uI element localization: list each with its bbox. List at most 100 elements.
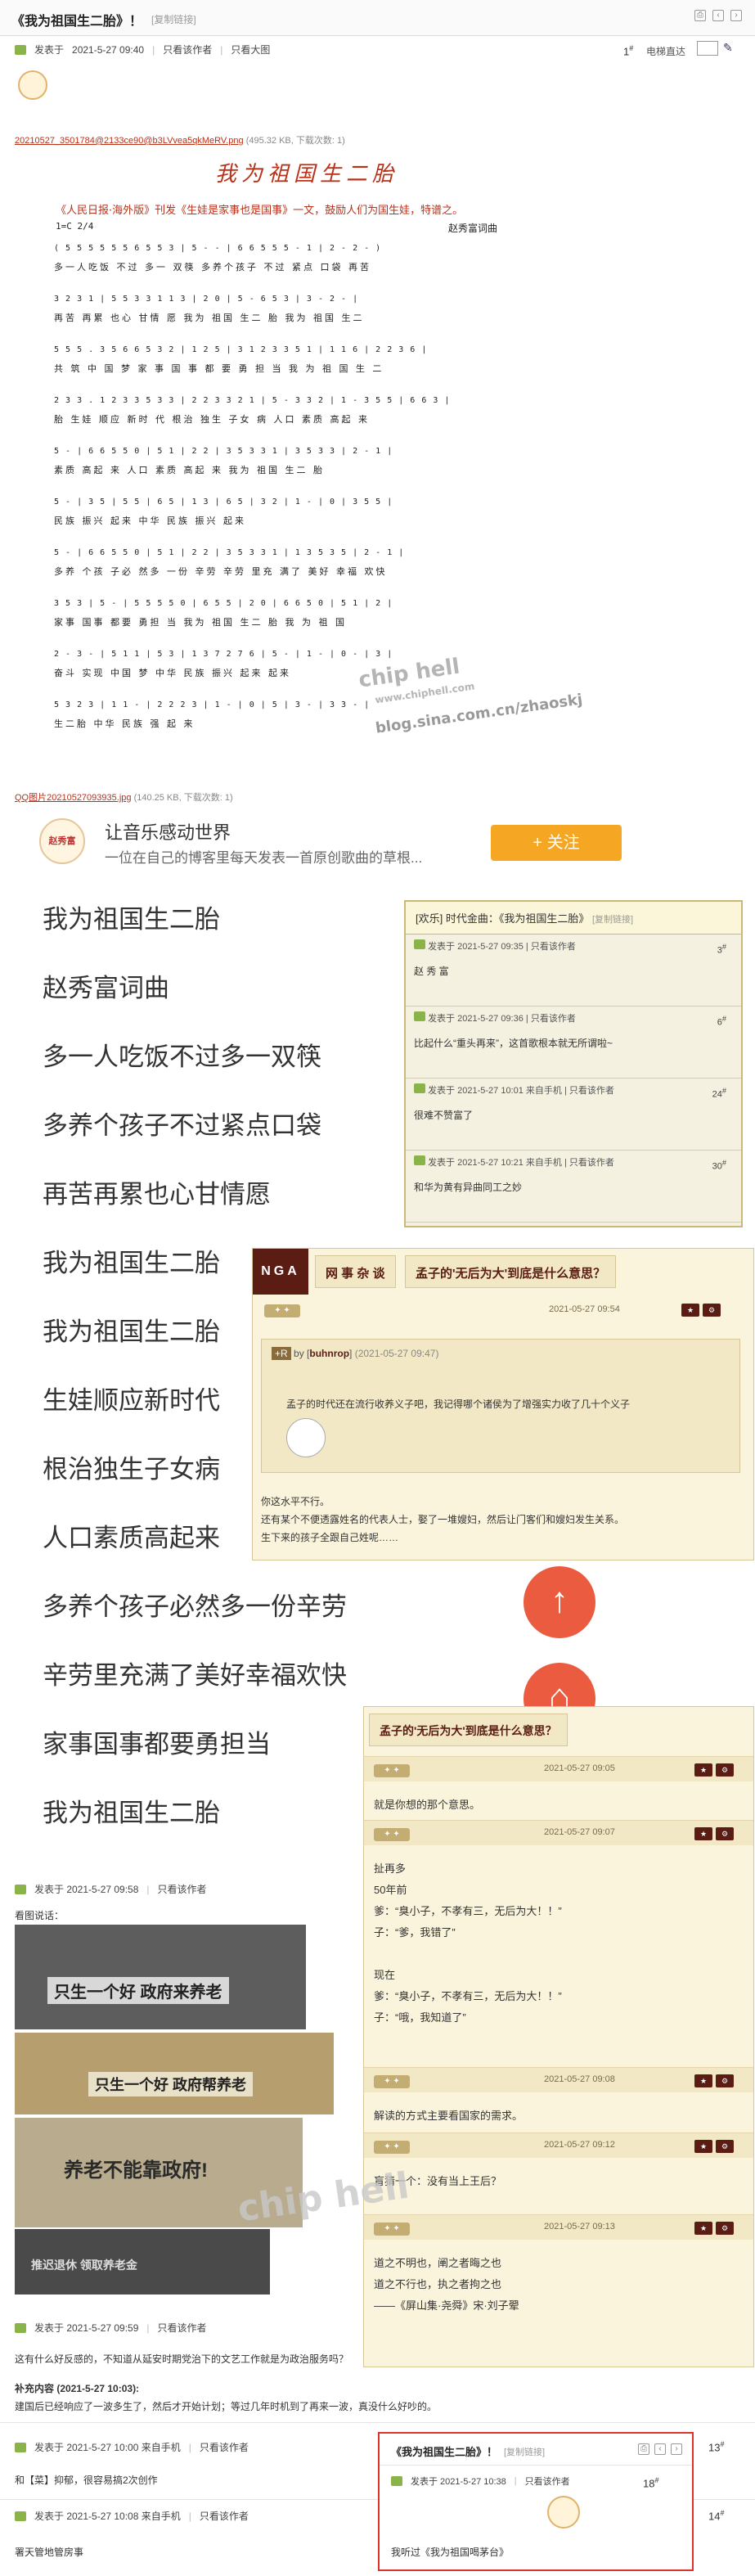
nga-star-button[interactable]: ★ (681, 1304, 699, 1317)
post3-text: 这有什么好反感的，不知道从延安时期党治下的文艺工作就是为政治服务吗？ (15, 2353, 349, 2365)
next-icon[interactable]: › (671, 2443, 682, 2455)
score-subtitle: 《人民日报·海外版》刊发《生娃是家事也是国事》一文，鼓励人们为国生娃，特谱之。 (56, 205, 464, 217)
post5-meta: 发表于 2021-5-27 10:08 来自手机 | 只看该作者 (15, 2509, 249, 2523)
reply-only-author[interactable]: 只看该作者 (569, 1086, 614, 1096)
nga-gear-button[interactable]: ⚙ (716, 2074, 734, 2087)
nga-logo: NGA (253, 1249, 308, 1295)
prev-icon[interactable]: ‹ (712, 10, 724, 21)
nga-gear-button[interactable]: ⚙ (703, 1304, 721, 1317)
post3-time: 发表于 2021-5-27 09:59 (34, 2322, 139, 2334)
popup-copy-link[interactable]: [复制链接] (504, 2445, 545, 2458)
reply-time: 发表于 2021-5-27 10:21 来自手机 (428, 1158, 562, 1168)
nga2-reply-row: ✦ ✦ 2021-05-27 09:05 ★ ⚙ 就是你想的那个意思。 (364, 1756, 753, 1820)
forum-reply-row: 发表于 2021-5-27 10:21 来自手机 | 只看该作者 30# 和华为黄有… (406, 1151, 741, 1223)
nga-quote-header: +R by [buhnrop] (2021-05-27 09:47) (272, 1347, 438, 1360)
post-icon (15, 1884, 26, 1894)
post-icon (414, 1083, 425, 1093)
reply-text: 和华为黄有异曲同工之妙 (414, 1182, 523, 1193)
score-image: 我为祖国生二胎 《人民日报·海外版》刊发《生娃是家事也是国事》一文，鼓励人们为国… (15, 147, 583, 769)
post5-only-author[interactable]: 只看该作者 (200, 2509, 249, 2523)
popup-floor: 18# (643, 2476, 659, 2490)
post4-time: 发表于 2021-5-27 10:00 来自手机 (34, 2442, 181, 2453)
post2-only-author[interactable]: 只看该作者 (158, 1882, 207, 1896)
post4-floor: 13# (708, 2440, 725, 2454)
post-icon (15, 44, 26, 55)
lyric-line: 根治独生子女病 (43, 1455, 220, 1484)
thread-title: 《我为祖国生二胎》！ (11, 13, 143, 29)
blog-desc: 一位在自己的博客里每天发表一首原创歌曲的草根... (105, 850, 423, 866)
elevator-input[interactable] (697, 41, 718, 56)
nga-star-button[interactable]: ★ (694, 2222, 712, 2235)
lyric-line: 我为祖国生二胎 (43, 905, 220, 934)
nga-gear-button[interactable]: ⚙ (716, 2222, 734, 2235)
nga-tab-thread[interactable]: 孟子的'无后为大'到底是什么意思？ (405, 1255, 617, 1288)
nga-star-button[interactable]: ★ (694, 2074, 712, 2087)
attachment-link[interactable]: 20210527_3501784@2133ce90@b3LVvea5qkMeRV… (15, 133, 345, 146)
post4-text: 和【菜】抑郁，很容易搞2次创作 (15, 2475, 158, 2486)
score-lyric-line: 家事 国事 都要 勇担 当 我为 祖国 生二 胎 我 为 祖 国 (54, 617, 347, 628)
score-composer: 赵秀富词曲 (448, 223, 498, 234)
nga-tab-board[interactable]: 网 事 杂 谈 (315, 1255, 396, 1288)
post3-meta: 发表于 2021-5-27 09:59 | 只看该作者 (15, 2321, 207, 2335)
nga-gear-button[interactable]: ⚙ (716, 2140, 734, 2153)
popup-tools: ⎙ ‹ › (638, 2443, 682, 2455)
nga2-reply-time: 2021-05-27 09:05 (544, 1763, 615, 1773)
scroll-top-button[interactable]: ↑ (524, 1566, 595, 1638)
post4-only-author[interactable]: 只看该作者 (200, 2440, 249, 2454)
blog-avatar[interactable]: 赵秀富 (39, 818, 85, 864)
reply-only-author[interactable]: 只看该作者 (531, 1014, 576, 1024)
post-icon (391, 2476, 402, 2486)
lyric-line: 赵秀富词曲 (43, 974, 169, 1003)
nga-reply-line: 你这水平不行。 (261, 1496, 330, 1507)
reply-only-author[interactable]: 只看该作者 (569, 1158, 614, 1168)
follow-button[interactable]: + 关注 (491, 825, 622, 861)
nga2-reply-row: ✦ ✦ 2021-05-27 09:13 ★ ⚙ 道之不明也，阐之者晦之也 道之不行也，… (364, 2214, 753, 2362)
nga-gear-button[interactable]: ⚙ (716, 1827, 734, 1840)
nga-screenshot-2: 孟子的'无后为大'到底是什么意思？ ✦ ✦ 2021-05-27 09:05 ★ ⚙ 就… (363, 1706, 754, 2367)
print-icon[interactable]: ⎙ (694, 10, 706, 21)
pen-icon[interactable]: ✎ (723, 41, 733, 55)
nga2-reply-row: ✦ ✦ 2021-05-27 09:08 ★ ⚙ 解读的方式主要看国家的需求。 (364, 2067, 753, 2132)
elevator-label: 电梯直达 (646, 46, 686, 57)
score-lyric-line: 素质 高起 来 人口 素质 高起 来 我为 祖国 生二 胎 (54, 465, 325, 475)
lyric-line: 再苦再累也心甘情愿 (43, 1180, 271, 1209)
lyric-line: 生娃顺应新时代 (43, 1386, 220, 1416)
score-lyric-line: 多一人吃饭 不过 多一 双筷 多养个孩子 不过 紧点 口袋 再苦 (54, 262, 371, 272)
avatar[interactable] (18, 70, 47, 100)
nga2-reply-row: ✦ ✦ 2021-05-27 09:07 ★ ⚙ 扯再多 50年前 爹：“臭小子，不孝有… (364, 1820, 753, 2067)
forum-reply-row: 发表于 2021-5-27 09:36 | 只看该作者 6# 比起什么“重头再来”，… (406, 1007, 741, 1079)
prev-icon[interactable]: ‹ (654, 2443, 666, 2455)
photo-1[interactable]: 只生一个好 政府来养老 (15, 1925, 306, 2029)
big-image-link[interactable]: 只看大图 (231, 43, 270, 56)
reply-text: 比起什么“重头再来”，这首歌根本就无所谓啦~ (414, 1038, 613, 1049)
avatar[interactable] (547, 2496, 580, 2529)
nga-star-button[interactable]: ★ (694, 1827, 712, 1840)
attachment-link-2[interactable]: QQ图片20210527093935.jpg (140.25 KB, 下载次数:… (15, 790, 233, 804)
nga-gear-button[interactable]: ⚙ (716, 1763, 734, 1777)
forum-screenshot: [欢乐] 时代金曲：《我为祖国生二胎》 [复制链接] 发表于 2021-5-27… (404, 900, 743, 1227)
nga-star-button[interactable]: ★ (694, 2140, 712, 2153)
post-icon (414, 939, 425, 949)
reply-only-author[interactable]: 只看该作者 (531, 942, 576, 952)
copy-link[interactable]: [复制链接] (151, 12, 196, 26)
reply-floor: 30# (712, 1159, 726, 1172)
score-lyric-line: 胎 生娃 顺应 新时 代 根治 独生 子女 病 人口 素质 高起 来 (54, 414, 370, 425)
photo-2[interactable]: 只生一个好 政府帮养老 (15, 2033, 334, 2114)
photo-4[interactable]: 推迟退休 领取养老金 (15, 2229, 270, 2295)
post5-time: 发表于 2021-5-27 10:08 来自手机 (34, 2511, 181, 2522)
post3-supp-label: 补充内容 (2021-5-27 10:03): (15, 2383, 140, 2394)
post3-supp-text: 建国后已经响应了一波多生了，然后才开始计划；等过几年时机到了再来一波，真没什么好… (15, 2401, 438, 2412)
nga-star-button[interactable]: ★ (694, 1763, 712, 1777)
reply-time: 发表于 2021-5-27 09:35 (428, 942, 524, 952)
post3-only-author[interactable]: 只看该作者 (158, 2321, 207, 2335)
print-icon[interactable]: ⎙ (638, 2443, 649, 2455)
score-staff-line: 5 - | 3 5 | 5 5 | 6 5 | 1 3 | 6 5 | 3 2 … (54, 498, 393, 507)
reply-text: 赵 秀 富 (414, 966, 449, 977)
post-icon (414, 1155, 425, 1165)
next-icon[interactable]: › (730, 10, 742, 21)
nga2-reply-time: 2021-05-27 09:12 (544, 2140, 615, 2150)
only-author-link[interactable]: 只看该作者 (163, 43, 212, 56)
floor-number: 1# (623, 44, 634, 58)
nga-badge: ✦ ✦ (374, 1828, 410, 1841)
popup-only-author[interactable]: 只看该作者 (525, 2475, 570, 2488)
